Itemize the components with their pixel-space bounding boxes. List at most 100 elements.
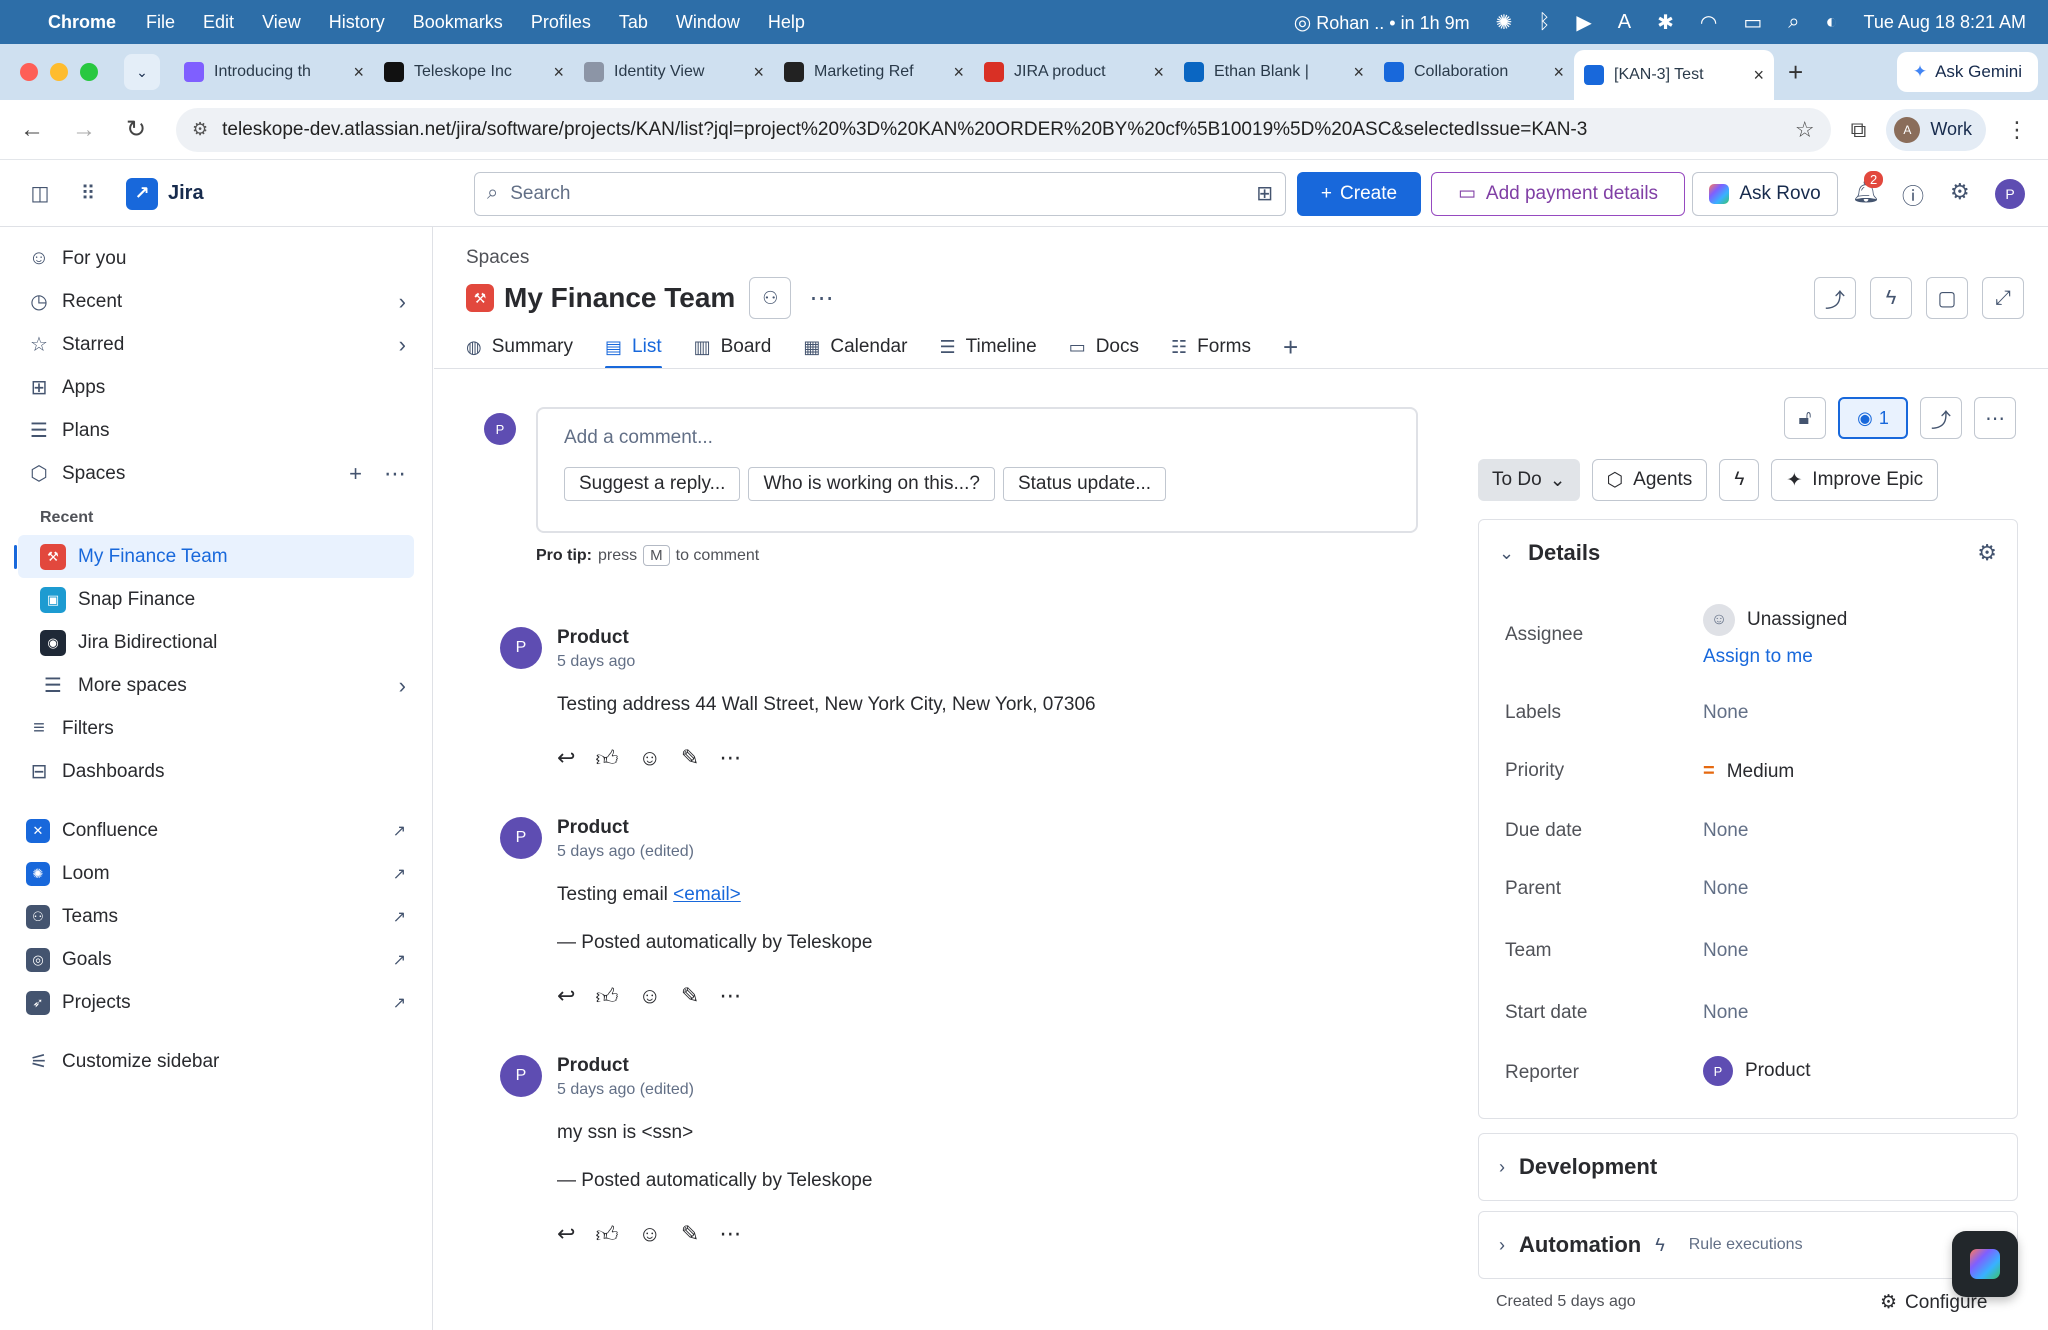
ask-rovo-button[interactable]: Ask Rovo <box>1692 171 1838 216</box>
breadcrumb[interactable]: Spaces <box>466 247 529 269</box>
new-tab-button[interactable]: + <box>1788 57 1803 88</box>
sidebar-app-confluence[interactable]: ✕ Confluence ↗ <box>18 809 414 852</box>
issue-more-button[interactable]: ⋯ <box>1974 397 2016 439</box>
app-menu-chrome[interactable]: Chrome <box>48 12 116 33</box>
watch-button[interactable]: ◉ 1 <box>1838 397 1908 439</box>
sidebar-customize[interactable]: ⚟ Customize sidebar <box>18 1040 414 1083</box>
share-issue-button[interactable]: ⤴ <box>1920 397 1962 439</box>
thumbs-up-icon[interactable]: 👍︎ <box>595 745 618 772</box>
quick-reply-suggest[interactable]: Suggest a reply... <box>564 467 741 501</box>
wifi-icon[interactable]: ◠ <box>1700 10 1717 35</box>
more-actions-icon[interactable]: ⋯ <box>809 284 834 313</box>
priority-value[interactable]: = Medium <box>1703 760 1794 783</box>
feedback-button[interactable]: ▢ <box>1926 277 1968 319</box>
tab-calendar[interactable]: ▦ Calendar <box>803 325 907 369</box>
more-icon[interactable]: ⋯ <box>719 745 741 772</box>
reporter-value[interactable]: P Product <box>1703 1056 1810 1086</box>
comment-author[interactable]: Product <box>557 627 629 649</box>
edit-icon[interactable]: ✎ <box>681 745 699 772</box>
sidebar-item-more-spaces[interactable]: ☰ More spaces › <box>18 664 414 707</box>
tab-summary[interactable]: ◍ Summary <box>466 325 573 369</box>
team-value[interactable]: None <box>1703 940 1748 962</box>
improve-epic-button[interactable]: ✦ Improve Epic <box>1771 459 1939 501</box>
menu-bookmarks[interactable]: Bookmarks <box>413 12 503 33</box>
control-center-icon[interactable]: ◐ <box>1825 11 1837 34</box>
reload-button[interactable]: ↻ <box>124 115 148 144</box>
development-panel[interactable]: › Development <box>1478 1133 2018 1201</box>
add-reaction-icon[interactable]: ☺ <box>638 983 660 1010</box>
tab-close-icon[interactable]: × <box>1753 65 1764 86</box>
help-icon[interactable]: ⓘ <box>1902 179 1924 211</box>
browser-tab[interactable]: Marketing Ref × <box>774 52 974 92</box>
tab-close-icon[interactable]: × <box>353 62 364 83</box>
tab-close-icon[interactable]: × <box>1153 62 1164 83</box>
play-icon[interactable]: ▶ <box>1576 10 1591 35</box>
maximize-window-button[interactable] <box>80 63 98 81</box>
automation-button[interactable]: ϟ <box>1870 277 1912 319</box>
sidebar-item-dashboards[interactable]: ⊟ Dashboards <box>18 750 414 793</box>
menubar-clock[interactable]: Tue Aug 18 8:21 AM <box>1864 12 2026 33</box>
profile-button[interactable]: A Work <box>1886 108 1986 151</box>
app-switcher-icon[interactable]: ⠿ <box>72 178 104 210</box>
tab-close-icon[interactable]: × <box>953 62 964 83</box>
bluetooth-icon[interactable]: ✱ <box>1657 10 1674 35</box>
sidebar-item-filters[interactable]: ≡ Filters <box>18 707 414 750</box>
ask-gemini-button[interactable]: ✦ Ask Gemini <box>1896 52 2038 92</box>
back-button[interactable]: ← <box>20 116 44 144</box>
jira-logo-icon[interactable]: ↗ <box>126 177 158 210</box>
bluetooth-alt-icon[interactable]: ᛒ <box>1538 11 1550 34</box>
details-header[interactable]: ⌄ Details <box>1499 540 1600 566</box>
bookmark-star-icon[interactable]: ☆ <box>1795 117 1815 143</box>
chevron-right-icon[interactable]: › <box>399 289 406 315</box>
parent-value[interactable]: None <box>1703 878 1748 900</box>
tab-close-icon[interactable]: × <box>753 62 764 83</box>
tab-list[interactable]: ▤ List <box>605 325 662 369</box>
browser-tab[interactable]: Teleskope Inc × <box>374 52 574 92</box>
comment-input[interactable]: Add a comment... Suggest a reply... Who … <box>536 407 1418 533</box>
chevron-right-icon[interactable]: › <box>399 332 406 358</box>
tab-close-icon[interactable]: × <box>1353 62 1364 83</box>
tab-timeline[interactable]: ☰ Timeline <box>939 325 1036 369</box>
quick-reply-who-working[interactable]: Who is working on this...? <box>748 467 995 501</box>
browser-tab[interactable]: Identity View × <box>574 52 774 92</box>
reply-icon[interactable]: ↩ <box>557 983 575 1010</box>
comment-author[interactable]: Product <box>557 817 629 839</box>
battery-icon[interactable]: ▭ <box>1743 10 1762 35</box>
thumbs-up-icon[interactable]: 👍︎ <box>595 1221 618 1248</box>
browser-tab[interactable]: Ethan Blank | × <box>1174 52 1374 92</box>
comment-author-avatar[interactable]: P <box>500 1055 542 1097</box>
more-icon[interactable]: ⋯ <box>719 983 741 1010</box>
site-settings-icon[interactable]: ⚙ <box>192 119 208 140</box>
menu-file[interactable]: File <box>146 12 175 33</box>
comment-author-avatar[interactable]: P <box>500 817 542 859</box>
sidebar-item-apps[interactable]: ⊞ Apps <box>18 366 414 409</box>
fullscreen-button[interactable]: ⤢ <box>1982 277 2024 319</box>
add-reaction-icon[interactable]: ☺ <box>638 745 660 772</box>
edit-icon[interactable]: ✎ <box>681 1221 699 1248</box>
settings-gear-icon[interactable]: ⚙ <box>1950 179 1970 205</box>
create-button[interactable]: + Create <box>1297 171 1421 216</box>
automation-panel[interactable]: › Automation ϟ Rule executions <box>1478 1211 2018 1279</box>
sidebar-app-loom[interactable]: ✺ Loom ↗ <box>18 852 414 895</box>
assignee-value[interactable]: ☺ Unassigned <box>1703 604 1847 636</box>
rovo-chat-button[interactable] <box>1952 1231 2018 1297</box>
add-tab-icon[interactable]: + <box>1283 325 1298 369</box>
sidebar-app-teams[interactable]: ⚇ Teams ↗ <box>18 895 414 938</box>
sidebar-item-spaces[interactable]: ⬡ Spaces + ⋯ <box>18 452 414 495</box>
menu-edit[interactable]: Edit <box>203 12 234 33</box>
menu-view[interactable]: View <box>262 12 301 33</box>
menu-tab[interactable]: Tab <box>619 12 648 33</box>
labels-value[interactable]: None <box>1703 702 1748 724</box>
calendar-status[interactable]: ◎ Rohan .. • in 1h 9m <box>1294 10 1470 35</box>
due-date-value[interactable]: None <box>1703 820 1748 842</box>
reply-icon[interactable]: ↩ <box>557 745 575 772</box>
sidebar-project-snap-finance[interactable]: ▣ Snap Finance <box>18 578 414 621</box>
address-bar[interactable]: ⚙ teleskope-dev.atlassian.net/jira/softw… <box>176 107 1831 152</box>
tab-forms[interactable]: ☷ Forms <box>1171 325 1251 369</box>
menu-window[interactable]: Window <box>676 12 740 33</box>
comment-author-avatar[interactable]: P <box>500 627 542 669</box>
comment-author[interactable]: Product <box>557 1055 629 1077</box>
sidebar-app-goals[interactable]: ◎ Goals ↗ <box>18 938 414 981</box>
sidebar-project-jira-bidirectional[interactable]: ◉ Jira Bidirectional <box>18 621 414 664</box>
add-reaction-icon[interactable]: ☺ <box>638 1221 660 1248</box>
